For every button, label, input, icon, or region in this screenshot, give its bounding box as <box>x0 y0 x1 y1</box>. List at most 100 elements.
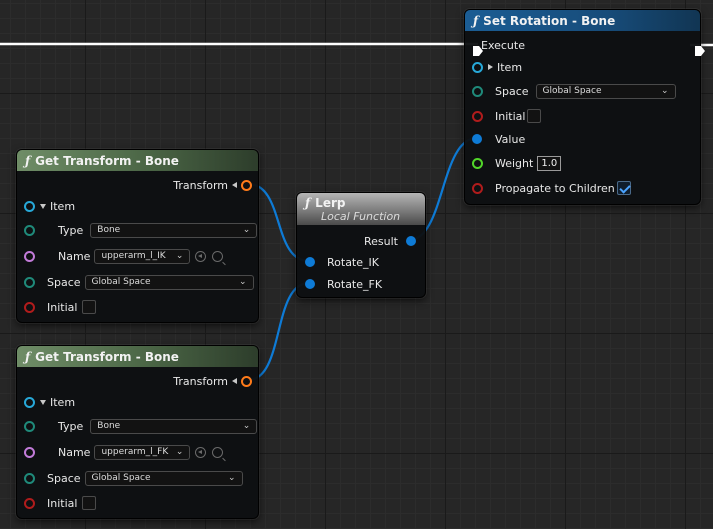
result-pin-icon[interactable] <box>406 236 416 246</box>
initial-pin-icon[interactable] <box>24 301 35 313</box>
space-label: Space <box>47 471 81 485</box>
set-rotation-node[interactable]: ƒ Set Rotation - Bone Execute Item Space… <box>464 9 705 205</box>
expand-arrow-icon[interactable] <box>40 399 46 405</box>
space-value: Global Space <box>542 86 602 96</box>
lerp-header[interactable]: ƒ Lerp Local Function <box>297 193 425 225</box>
chevron-down-icon: ⌄ <box>175 251 184 261</box>
transform-out-row: Transform <box>173 371 252 391</box>
space-label: Space <box>47 275 81 289</box>
weight-pin-icon[interactable] <box>472 157 483 169</box>
get-transform-fk-header[interactable]: ƒ Get Transform - Bone <box>17 346 258 367</box>
weight-label: Weight <box>495 156 534 170</box>
initial-label: Initial <box>47 300 78 314</box>
rotate-fk-row: Rotate_FK <box>305 274 382 294</box>
space-dropdown[interactable]: Global Space ⌄ <box>84 470 243 486</box>
rotate-ik-label: Rotate_IK <box>327 255 379 269</box>
initial-pin-icon[interactable] <box>24 497 35 509</box>
name-pin-icon[interactable] <box>24 446 35 458</box>
initial-label: Initial <box>47 496 78 510</box>
function-icon: ƒ <box>473 13 479 28</box>
search-icon[interactable] <box>212 250 224 262</box>
value-label: Value <box>495 132 526 146</box>
initial-label: Initial <box>495 109 526 123</box>
set-rotation-title: Set Rotation - Bone <box>483 13 616 28</box>
expand-arrow-icon[interactable] <box>40 203 46 209</box>
browse-arrow-icon[interactable] <box>195 446 207 458</box>
transform-label: Transform <box>173 178 228 192</box>
chevron-down-icon: ⌄ <box>660 86 669 96</box>
get-transform-fk-title: Get Transform - Bone <box>35 349 179 364</box>
space-dropdown[interactable]: Global Space ⌄ <box>84 274 254 290</box>
type-row: Type Bone ⌄ <box>24 220 258 240</box>
chevron-down-icon: ⌄ <box>242 225 251 235</box>
rotate-fk-pin-icon[interactable] <box>305 279 315 289</box>
name-pin-icon[interactable] <box>24 250 35 262</box>
item-label: Item <box>50 199 76 213</box>
lerp-title: Lerp <box>315 195 346 210</box>
expand-arrow-icon[interactable] <box>488 64 493 70</box>
get-transform-ik-header[interactable]: ƒ Get Transform - Bone <box>17 150 258 171</box>
item-pin-icon[interactable] <box>472 61 483 73</box>
transform-pin-icon[interactable] <box>241 375 252 387</box>
initial-checkbox[interactable] <box>82 496 97 510</box>
result-row: Result <box>364 231 416 251</box>
space-pin-icon[interactable] <box>24 472 35 484</box>
search-icon[interactable] <box>212 446 224 458</box>
space-pin-icon[interactable] <box>472 85 483 97</box>
space-dropdown[interactable]: Global Space ⌄ <box>535 83 676 99</box>
transform-label: Transform <box>173 374 228 388</box>
propagate-row: Propagate to Children <box>472 178 631 198</box>
type-dropdown[interactable]: Bone ⌄ <box>90 222 258 238</box>
type-value: Bone <box>97 421 121 431</box>
initial-checkbox[interactable] <box>527 109 542 123</box>
item-label: Item <box>497 60 523 74</box>
propagate-label: Propagate to Children <box>495 181 615 195</box>
rotate-ik-pin-icon[interactable] <box>305 257 315 267</box>
result-label: Result <box>364 234 398 248</box>
propagate-checkbox[interactable] <box>616 181 631 195</box>
type-label: Type <box>58 223 84 237</box>
propagate-pin-icon[interactable] <box>472 182 483 194</box>
name-label: Name <box>58 249 91 263</box>
lerp-node[interactable]: ƒ Lerp Local Function Result Rotate_IK R… <box>296 192 426 298</box>
space-value: Global Space <box>91 473 151 483</box>
set-rotation-header[interactable]: ƒ Set Rotation - Bone <box>465 10 700 31</box>
item-label: Item <box>50 395 76 409</box>
name-dropdown[interactable]: upperarm_l_FK ⌄ <box>94 444 191 460</box>
type-pin-icon[interactable] <box>24 420 35 432</box>
initial-checkbox[interactable] <box>82 300 97 314</box>
item-row: Item <box>24 196 75 216</box>
type-row: Type Bone ⌄ <box>24 416 258 436</box>
item-pin-icon[interactable] <box>24 396 35 408</box>
space-row: Space Global Space ⌄ <box>24 272 254 292</box>
browse-arrow-icon[interactable] <box>195 250 207 262</box>
name-row: Name upperarm_l_FK ⌄ <box>24 442 224 462</box>
initial-pin-icon[interactable] <box>472 110 483 122</box>
item-pin-icon[interactable] <box>24 200 35 212</box>
transform-pin-icon[interactable] <box>241 179 252 191</box>
chevron-down-icon: ⌄ <box>238 277 247 287</box>
space-row: Space Global Space ⌄ <box>24 468 243 488</box>
collapse-arrow-icon[interactable] <box>232 182 237 188</box>
name-row: Name upperarm_l_IK ⌄ <box>24 246 224 266</box>
function-icon: ƒ <box>305 195 311 210</box>
name-dropdown[interactable]: upperarm_l_IK ⌄ <box>94 248 191 264</box>
item-row: Item <box>24 392 75 412</box>
space-row: Space Global Space ⌄ <box>472 81 676 101</box>
get-transform-ik-node[interactable]: ƒ Get Transform - Bone Transform Item Ty… <box>16 149 259 323</box>
chevron-down-icon: ⌄ <box>242 421 251 431</box>
collapse-arrow-icon[interactable] <box>232 378 237 384</box>
rotate-fk-label: Rotate_FK <box>327 277 383 291</box>
get-transform-fk-node[interactable]: ƒ Get Transform - Bone Transform Item Ty… <box>16 345 259 519</box>
type-dropdown[interactable]: Bone ⌄ <box>90 418 258 434</box>
value-pin-icon[interactable] <box>472 134 482 144</box>
initial-row: Initial <box>472 106 542 126</box>
type-pin-icon[interactable] <box>24 224 35 236</box>
chevron-down-icon: ⌄ <box>227 473 236 483</box>
weight-input[interactable]: 1.0 <box>537 155 562 171</box>
rotate-ik-row: Rotate_IK <box>305 252 379 272</box>
initial-row: Initial <box>24 493 97 513</box>
value-row: Value <box>472 129 525 149</box>
space-pin-icon[interactable] <box>24 276 35 288</box>
type-value: Bone <box>97 225 121 235</box>
